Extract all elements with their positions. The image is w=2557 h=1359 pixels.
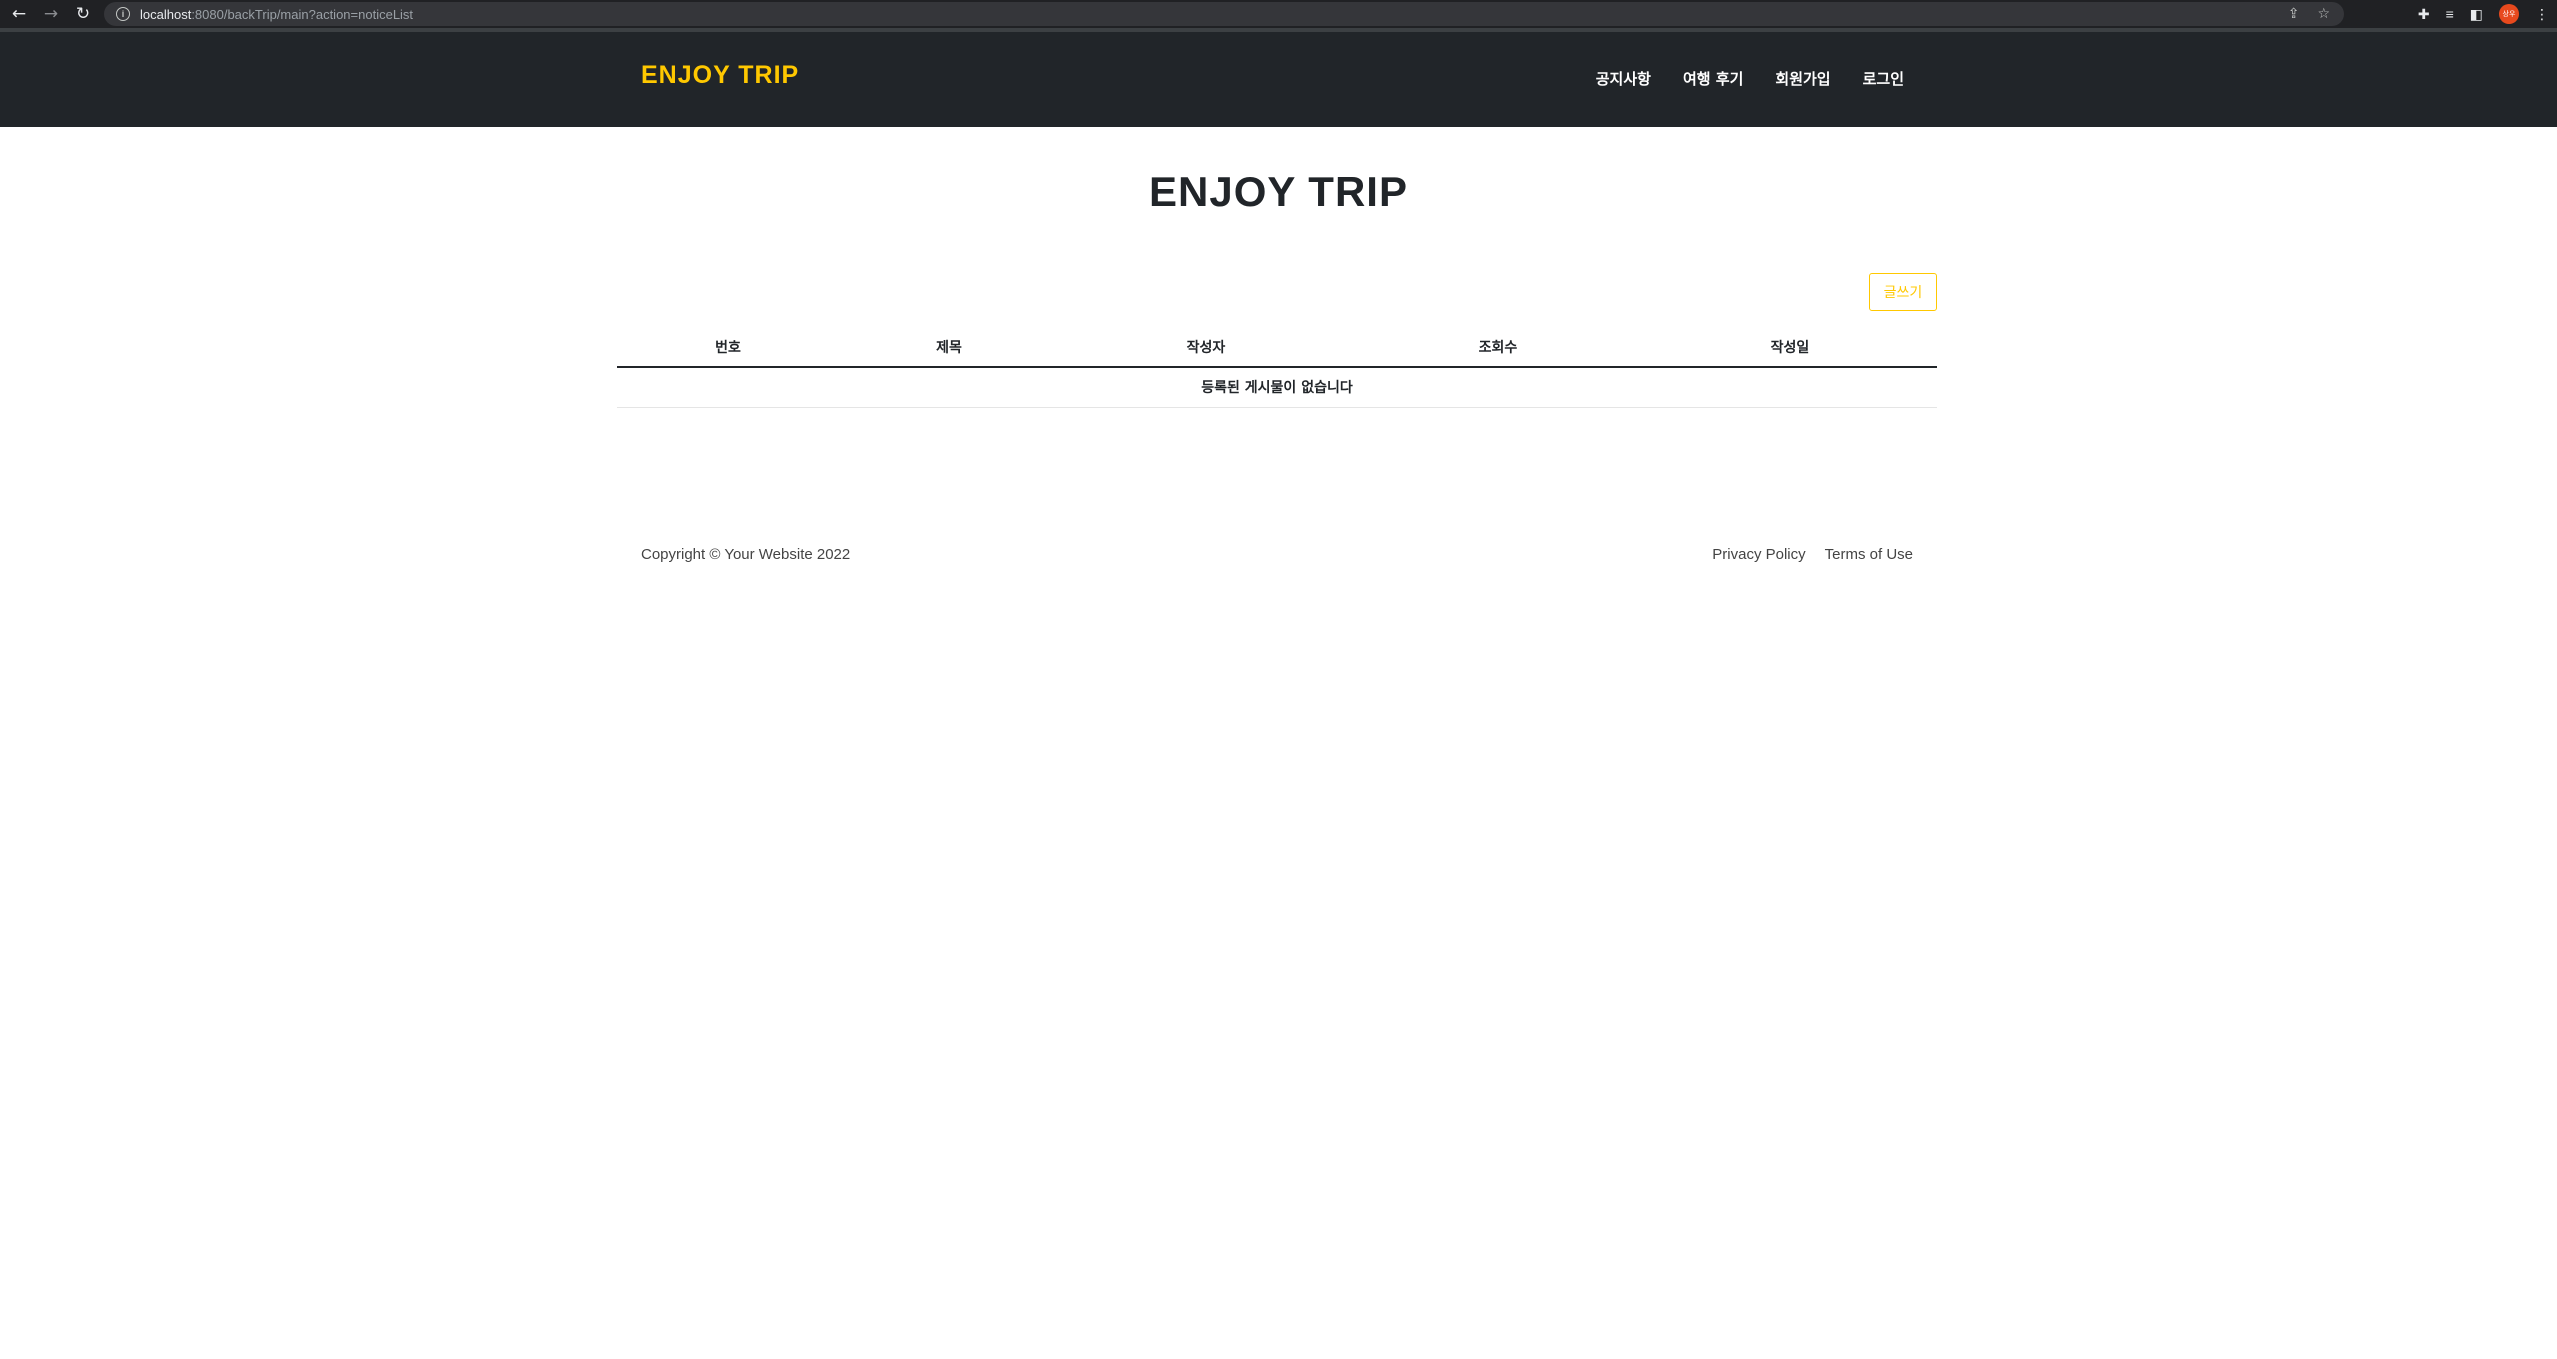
profile-avatar[interactable]: 상우: [2499, 4, 2519, 24]
column-header-author: 작성자: [1059, 327, 1353, 368]
column-header-views: 조회수: [1353, 327, 1643, 368]
terms-of-use-link[interactable]: Terms of Use: [1825, 546, 1913, 563]
bookmark-star-icon[interactable]: ☆: [2317, 5, 2330, 22]
browser-menu-icon[interactable]: ⋮: [2535, 6, 2549, 23]
page-title: ENJOY TRIP: [1149, 168, 1408, 215]
table-row: 등록된 게시물이 없습니다: [617, 367, 1937, 408]
nav-login[interactable]: 로그인: [1863, 68, 1904, 89]
footer-links: Privacy Policy Terms of Use: [1712, 546, 1913, 563]
site-navbar: ENJOY TRIP 공지사항 여행 후기 회원가입 로그인: [0, 32, 2557, 127]
write-post-button[interactable]: 글쓰기: [1869, 273, 1937, 311]
table-header-row: 번호 제목 작성자 조회수 작성일: [617, 327, 1937, 368]
url-path: :8080/backTrip/main?action=noticeList: [191, 6, 414, 22]
reading-list-icon[interactable]: ≡: [2446, 6, 2454, 22]
side-panel-icon[interactable]: ◧: [2470, 6, 2483, 23]
back-icon[interactable]: ←: [6, 1, 32, 27]
column-header-date: 작성일: [1643, 327, 1937, 368]
extensions-icon[interactable]: ✚: [2418, 6, 2430, 23]
browser-toolbar: ← → ↻ i localhost:8080/backTrip/main?act…: [0, 0, 2557, 28]
nav-travel-review[interactable]: 여행 후기: [1683, 68, 1743, 89]
empty-message: 등록된 게시물이 없습니다: [617, 367, 1937, 408]
nav-menu: 공지사항 여행 후기 회원가입 로그인: [1596, 68, 1904, 89]
nav-notice[interactable]: 공지사항: [1596, 68, 1651, 89]
notice-table: 번호 제목 작성자 조회수 작성일 등록된 게시물이 없습니다: [617, 327, 1937, 408]
column-header-number: 번호: [617, 327, 839, 368]
forward-icon[interactable]: →: [38, 1, 64, 27]
footer-copyright: Copyright © Your Website 2022: [641, 546, 851, 563]
nav-signup[interactable]: 회원가입: [1775, 68, 1830, 89]
privacy-policy-link[interactable]: Privacy Policy: [1712, 546, 1805, 563]
reload-icon[interactable]: ↻: [70, 1, 96, 27]
brand-logo[interactable]: ENJOY TRIP: [641, 61, 799, 90]
url-host: localhost: [140, 6, 192, 22]
address-bar[interactable]: i localhost:8080/backTrip/main?action=no…: [104, 2, 2344, 26]
column-header-title: 제목: [839, 327, 1059, 368]
share-icon[interactable]: ⇪: [2288, 5, 2300, 22]
site-info-icon[interactable]: i: [116, 7, 130, 21]
